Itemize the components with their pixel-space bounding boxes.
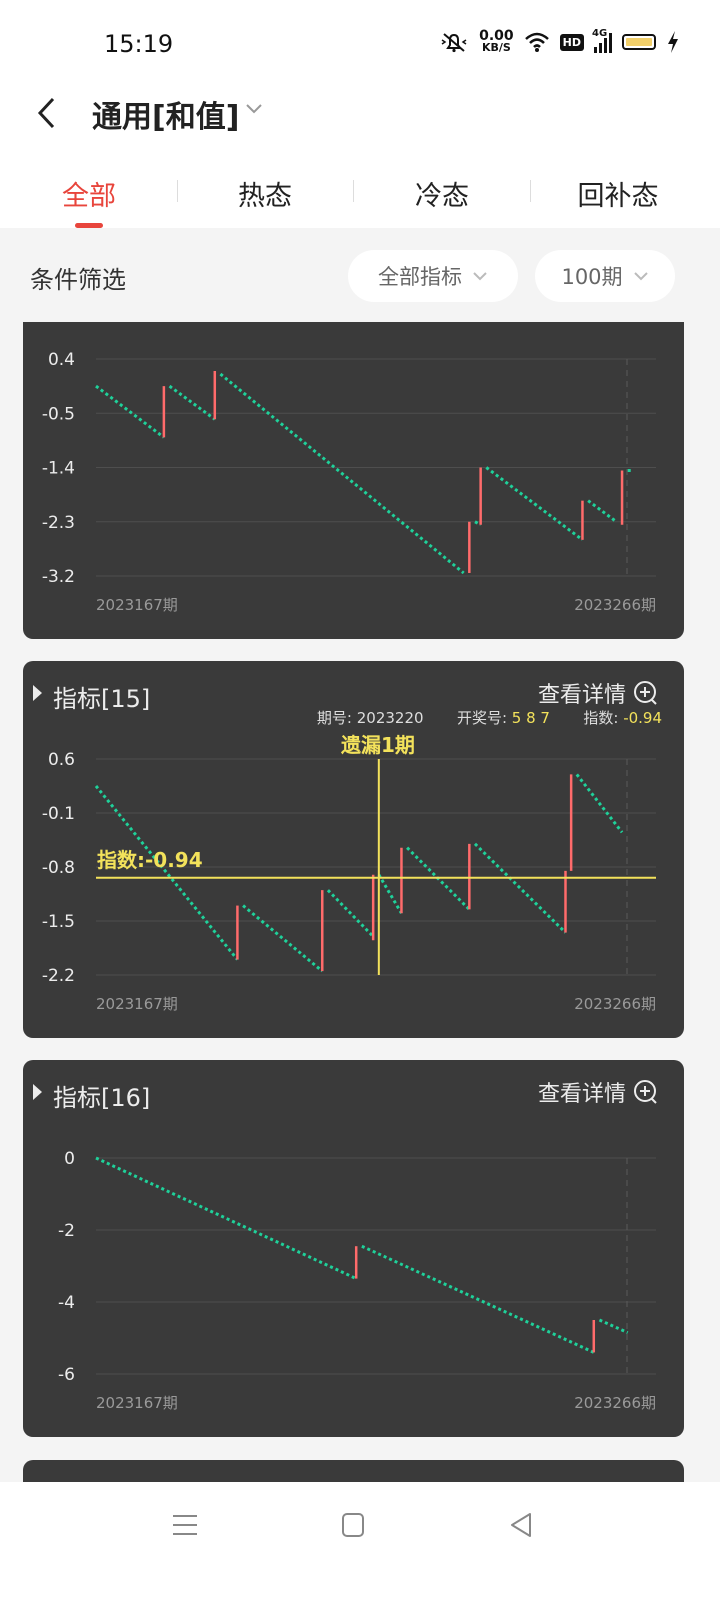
y-tick-label: 0.6 <box>48 750 75 770</box>
period-dropdown-value: 100期 <box>561 265 623 289</box>
signal-icon: 4G <box>592 28 612 53</box>
status-bar: 15:19 0.00 KB/S HD 4G <box>0 0 720 88</box>
mute-icon <box>441 33 467 53</box>
tab-hot[interactable]: 热态 <box>200 174 330 213</box>
net-speed: 0.00 KB/S <box>479 29 514 54</box>
series-segment <box>575 773 624 834</box>
index-value: -0.94 <box>623 709 662 727</box>
battery-icon <box>622 34 656 50</box>
x-end-label: 2023266期 <box>574 596 656 614</box>
y-tick-label: -0.1 <box>42 804 75 824</box>
expand-triangle-icon[interactable] <box>33 685 42 701</box>
indicator-card-15: 0.6 -0.1 -0.8 -1.5 -2.2 2023167期 2023266期 指标[1… <box>23 661 684 1038</box>
card-header: 指标[16] 查看详情 <box>23 1060 684 1120</box>
tab-cold[interactable]: 冷态 <box>377 174 507 213</box>
series-segment <box>361 1244 595 1354</box>
charging-icon <box>668 31 678 53</box>
back-button[interactable] <box>26 88 66 138</box>
tab-rebound[interactable]: 回补态 <box>553 174 683 213</box>
zoom-in-icon <box>634 681 657 705</box>
cursor-info: 期号: 2023220 开奖号: 5 8 7 指数: -0.94 <box>317 707 662 728</box>
series-segment <box>473 842 567 934</box>
series-segment <box>95 384 165 439</box>
x-start-label: 2023167期 <box>96 596 178 614</box>
view-detail-label: 查看详情 <box>537 1082 626 1107</box>
tab-divider <box>177 180 178 202</box>
series-segment <box>485 466 584 542</box>
y-tick-label: -4 <box>58 1293 75 1313</box>
x-end-label: 2023266期 <box>574 1394 656 1412</box>
zoom-in-icon <box>634 1080 657 1104</box>
expand-triangle-icon[interactable] <box>33 1084 42 1100</box>
network-label: 4G <box>592 28 608 39</box>
tab-divider <box>353 180 354 202</box>
miss-label: 遗漏1期 <box>341 733 415 757</box>
y-tick-label: 0 <box>64 1149 75 1169</box>
series-segment <box>242 904 324 973</box>
card-title[interactable]: 指标[16] <box>53 1078 150 1113</box>
x-start-label: 2023167期 <box>96 1394 178 1412</box>
y-tick-label: -2.3 <box>42 513 75 533</box>
chevron-down-icon <box>633 272 648 281</box>
home-icon[interactable] <box>341 1512 365 1538</box>
tab-all[interactable]: 全部 <box>24 174 154 213</box>
y-tick-label: -3.2 <box>42 567 75 587</box>
indicator-dropdown[interactable]: 全部指标 <box>348 250 518 302</box>
period-value: 2023220 <box>356 709 424 727</box>
chevron-down-icon <box>473 272 487 281</box>
indicator-card-16: 0 -2 -4 -6 2023167期 2023266期 指标[16] 查看详情 <box>23 1060 684 1437</box>
y-tick-label: 0.4 <box>48 350 75 370</box>
y-tick-label: -1.5 <box>42 912 75 932</box>
net-speed-unit: KB/S <box>481 41 511 54</box>
series-segment <box>95 1156 357 1280</box>
period-label: 期号: <box>316 709 352 727</box>
wifi-icon <box>524 32 549 52</box>
status-time: 15:19 <box>104 30 174 58</box>
view-detail-button[interactable]: 查看详情 <box>538 677 660 709</box>
indicator-dropdown-value: 全部指标 <box>378 265 462 289</box>
index-line-label: 指数:-0.94 <box>97 848 203 872</box>
indicator-chart: 0.4 -0.5 -1.4 -2.3 -3.2 2023167期 2023266期 <box>42 350 656 614</box>
view-detail-label: 查看详情 <box>537 683 626 708</box>
series-segment <box>326 889 375 938</box>
app-bar: 通用[和值] 全部 热态 冷态 回补态 <box>0 88 720 228</box>
draw-label: 开奖号: <box>456 709 507 727</box>
status-icons: 0.00 KB/S HD 4G <box>439 28 680 54</box>
page-title[interactable]: 通用[和值] <box>92 92 239 136</box>
tab-bar: 全部 热态 冷态 回补态 <box>0 148 720 228</box>
filter-label: 条件筛选 <box>30 266 126 294</box>
back-triangle-icon[interactable] <box>508 1512 534 1538</box>
series-segment <box>377 873 403 915</box>
x-start-label: 2023167期 <box>96 995 178 1013</box>
draw-numbers: 5 8 7 <box>511 709 550 727</box>
series-segment <box>168 384 216 421</box>
hd-badge: HD <box>559 33 584 51</box>
y-tick-label: -2.2 <box>42 966 75 986</box>
y-tick-label: -6 <box>58 1365 75 1385</box>
series-segment <box>598 1318 629 1334</box>
y-tick-label: -1.4 <box>42 459 75 479</box>
chevron-down-icon[interactable] <box>244 102 264 116</box>
y-tick-label: -0.5 <box>42 404 75 424</box>
series-segment <box>219 372 465 575</box>
x-end-label: 2023266期 <box>574 995 656 1013</box>
system-nav-bar <box>0 1482 720 1600</box>
menu-icon[interactable] <box>172 1512 198 1538</box>
y-tick-label: -2 <box>58 1221 75 1241</box>
series-segment <box>587 499 618 523</box>
indicator-card: 0.4 -0.5 -1.4 -2.3 -3.2 2023167期 2023266期 <box>23 322 684 639</box>
back-arrow-icon <box>37 97 55 129</box>
index-label: 指数: <box>583 709 619 727</box>
filter-bar: 条件筛选 全部指标 100期 <box>0 228 720 324</box>
card-title[interactable]: 指标[15] <box>53 679 150 714</box>
period-dropdown[interactable]: 100期 <box>535 250 675 302</box>
tab-divider <box>530 180 531 202</box>
y-tick-label: -0.8 <box>42 858 75 878</box>
view-detail-button[interactable]: 查看详情 <box>538 1076 660 1108</box>
